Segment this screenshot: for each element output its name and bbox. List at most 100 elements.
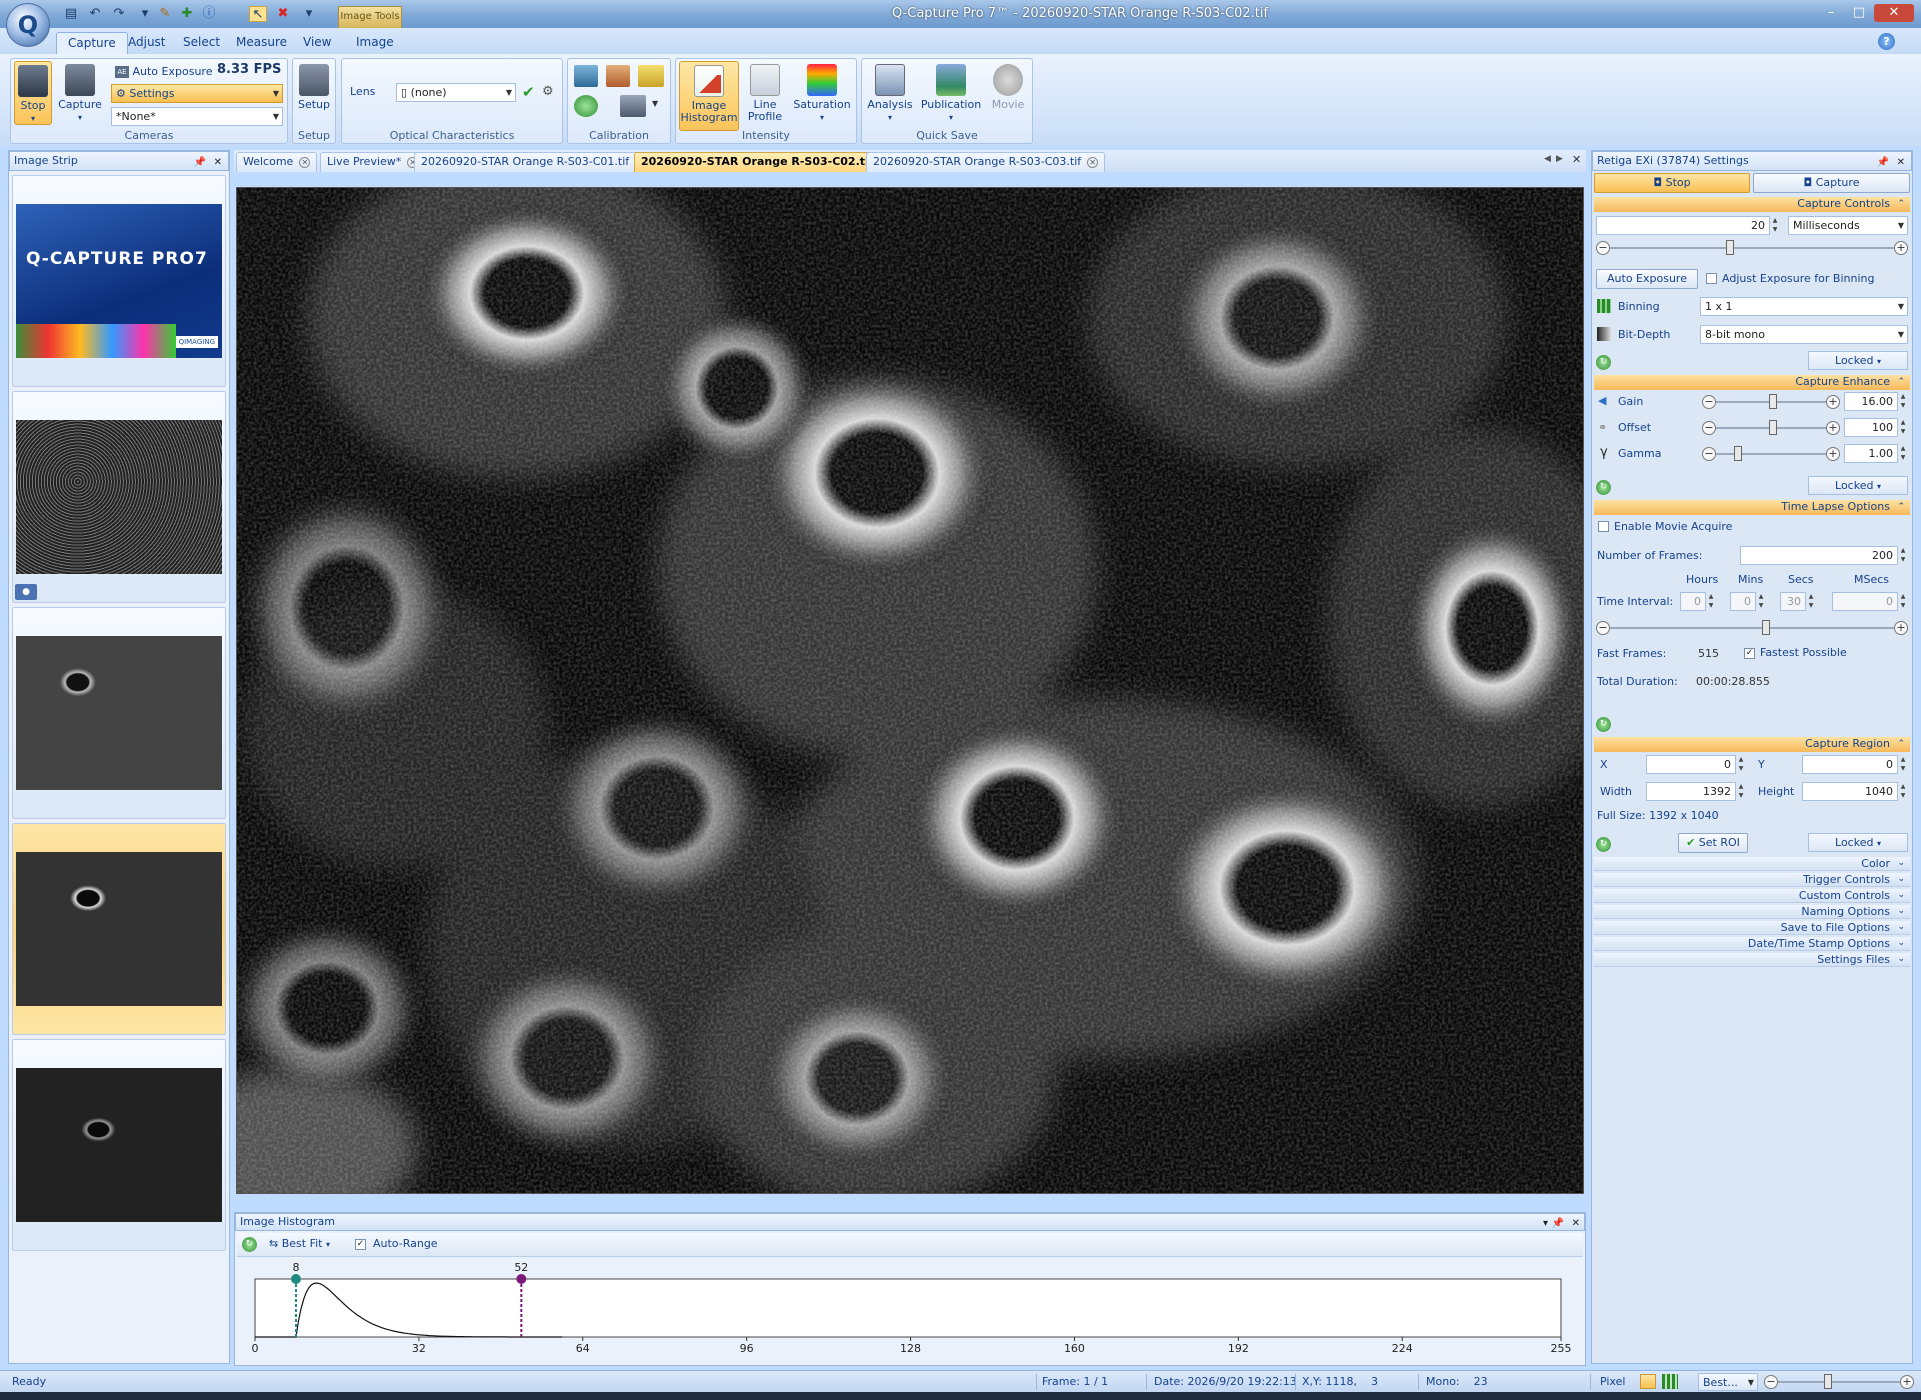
image-view-icon[interactable] bbox=[1640, 1374, 1656, 1389]
settings-close-icon[interactable]: ✕ bbox=[1897, 154, 1905, 172]
panel-capture-button[interactable]: ◘ Capture bbox=[1753, 173, 1910, 193]
app-menu-button[interactable]: Q bbox=[6, 3, 50, 47]
qat-edit-icon[interactable]: ✎ bbox=[156, 6, 174, 22]
microscopy-image-view[interactable] bbox=[236, 187, 1584, 1194]
qat-redo-dropdown-icon[interactable]: ▾ bbox=[136, 6, 154, 22]
stop-button[interactable]: Stop ▾ bbox=[14, 61, 52, 125]
publication-button[interactable]: Publication ▾ bbox=[918, 61, 984, 125]
calibrate-icon[interactable] bbox=[574, 65, 598, 87]
settings-files-section-header[interactable]: Settings Files ⌄ bbox=[1594, 953, 1910, 967]
close-document-icon[interactable]: ✕ bbox=[1572, 153, 1581, 166]
line-profile-button[interactable]: Line Profile bbox=[742, 61, 788, 131]
capture-enhance-header[interactable]: Capture Enhance ⌃ bbox=[1594, 375, 1910, 390]
offset-slider[interactable]: − + bbox=[1702, 420, 1840, 436]
time-lapse-header[interactable]: Time Lapse Options ⌃ bbox=[1594, 500, 1910, 515]
region-height-input[interactable]: 1040 bbox=[1802, 782, 1898, 801]
image-histogram-button[interactable]: Image Histogram bbox=[679, 61, 739, 131]
interval-hours-spinner[interactable]: ▲ ▼ bbox=[1706, 592, 1716, 611]
capture-enhance-reset-icon[interactable]: ↻ bbox=[1596, 480, 1611, 495]
strip-thumbnail-c03[interactable] bbox=[12, 1039, 226, 1251]
close-pane-icon[interactable]: ✕ bbox=[214, 154, 222, 172]
tab-view[interactable]: View bbox=[292, 32, 342, 54]
gain-spinner[interactable]: ▲ ▼ bbox=[1898, 392, 1908, 411]
gain-slider[interactable]: − + bbox=[1702, 394, 1840, 410]
region-width-input[interactable]: 1392 bbox=[1646, 782, 1736, 801]
grid-view-icon[interactable] bbox=[1662, 1374, 1678, 1389]
strip-thumbnail-live[interactable]: ● bbox=[12, 391, 226, 603]
time-lapse-reset-icon[interactable]: ↻ bbox=[1596, 717, 1611, 732]
region-y-spinner[interactable]: ▲ ▼ bbox=[1898, 755, 1908, 774]
doc-tab-c02[interactable]: 20260920-STAR Orange R-S03-C02.tif✕ bbox=[634, 152, 898, 172]
interval-hours-input[interactable]: 0 bbox=[1680, 592, 1706, 611]
datetime-stamp-section-header[interactable]: Date/Time Stamp Options ⌄ bbox=[1594, 937, 1910, 951]
close-button[interactable]: ✕ bbox=[1874, 4, 1914, 22]
doc-tab-c03[interactable]: 20260920-STAR Orange R-S03-C03.tif ✕ bbox=[866, 152, 1106, 172]
auto-exposure-panel-button[interactable]: Auto Exposure bbox=[1596, 269, 1698, 289]
region-y-input[interactable]: 0 bbox=[1802, 755, 1898, 774]
enable-movie-checkbox[interactable] bbox=[1598, 521, 1609, 532]
interval-mins-input[interactable]: 0 bbox=[1730, 592, 1756, 611]
auto-range-checkbox[interactable]: ✓ bbox=[355, 1239, 366, 1250]
interval-secs-input[interactable]: 30 bbox=[1780, 592, 1806, 611]
qat-pointer-icon[interactable]: ↖ bbox=[249, 6, 267, 22]
timestamp-icon[interactable] bbox=[638, 65, 664, 87]
close-tab-icon[interactable]: ✕ bbox=[299, 156, 311, 168]
movie-button[interactable]: Movie bbox=[986, 61, 1030, 125]
region-width-spinner[interactable]: ▲ ▼ bbox=[1736, 782, 1746, 801]
zoom-slider[interactable]: − + bbox=[1764, 1374, 1914, 1390]
interval-secs-spinner[interactable]: ▲ ▼ bbox=[1806, 592, 1816, 611]
histogram-close-icon[interactable]: ✕ bbox=[1572, 1216, 1580, 1232]
camera-calibration-icon[interactable] bbox=[620, 95, 646, 117]
capture-enhance-lock-dropdown[interactable]: Locked ▾ bbox=[1808, 476, 1908, 495]
gamma-spinner[interactable]: ▲ ▼ bbox=[1898, 444, 1908, 463]
histogram-chart[interactable]: 8 52 0 32 64 96 128 160 192 224 255 bbox=[239, 1259, 1581, 1359]
region-x-input[interactable]: 0 bbox=[1646, 755, 1736, 774]
bit-depth-dropdown[interactable]: 8-bit mono ▼ bbox=[1700, 325, 1908, 344]
apply-lens-icon[interactable]: ✔ bbox=[522, 82, 535, 102]
close-tab-icon[interactable]: ✕ bbox=[1087, 156, 1099, 168]
capture-controls-header[interactable]: Capture Controls ⌃ bbox=[1594, 197, 1910, 212]
capture-region-lock-dropdown[interactable]: Locked ▾ bbox=[1808, 833, 1908, 852]
saturation-button[interactable]: Saturation ▾ bbox=[790, 61, 854, 125]
gamma-slider[interactable]: − + bbox=[1702, 446, 1840, 462]
preset-dropdown[interactable]: *None* ▼ bbox=[111, 107, 283, 126]
tab-image[interactable]: Image bbox=[345, 32, 405, 54]
doc-tab-welcome[interactable]: Welcome ✕ bbox=[236, 152, 318, 172]
analysis-button[interactable]: Analysis ▾ bbox=[865, 61, 915, 125]
qat-open-icon[interactable]: ▤ bbox=[62, 6, 80, 22]
interval-msecs-spinner[interactable]: ▲ ▼ bbox=[1898, 592, 1908, 611]
refresh-icon[interactable]: ↻ bbox=[242, 1237, 257, 1252]
minimize-button[interactable]: – bbox=[1818, 4, 1844, 22]
interval-slider[interactable]: − + bbox=[1596, 620, 1908, 636]
set-roi-button[interactable]: ✔ Set ROI bbox=[1678, 833, 1748, 853]
qat-info-icon[interactable]: ⓘ bbox=[200, 6, 218, 22]
tab-adjust[interactable]: Adjust bbox=[117, 32, 177, 54]
offset-spinner[interactable]: ▲ ▼ bbox=[1898, 418, 1908, 437]
strip-thumbnail-splash[interactable]: Q-CAPTURE PRO7 QIMAGING bbox=[12, 175, 226, 387]
setup-button[interactable]: Setup bbox=[295, 61, 333, 125]
capture-controls-reset-icon[interactable]: ↻ bbox=[1596, 355, 1611, 370]
binning-dropdown[interactable]: 1 x 1 ▼ bbox=[1700, 297, 1908, 316]
calibration-dropdown-icon[interactable]: ▼ bbox=[652, 99, 658, 108]
best-fit-dropdown[interactable]: ⇆ Best Fit ▾ bbox=[269, 1237, 330, 1250]
histogram-pin-icon[interactable]: 📌 bbox=[1552, 1216, 1564, 1232]
capture-region-header[interactable]: Capture Region ⌃ bbox=[1594, 737, 1910, 752]
naming-options-section-header[interactable]: Naming Options ⌄ bbox=[1594, 905, 1910, 919]
exposure-unit-dropdown[interactable]: Milliseconds ▼ bbox=[1788, 216, 1908, 235]
qat-customize-icon[interactable]: ▾ bbox=[300, 6, 318, 22]
pin-icon[interactable]: 📌 bbox=[194, 154, 206, 172]
exposure-spinner[interactable]: ▲ ▼ bbox=[1770, 216, 1780, 235]
doc-tab-c01[interactable]: 20260920-STAR Orange R-S03-C01.tif✕ bbox=[414, 152, 654, 172]
save-to-file-section-header[interactable]: Save to File Options ⌄ bbox=[1594, 921, 1910, 935]
settings-dropdown[interactable]: ⚙ Settings ▼ bbox=[111, 84, 283, 103]
auto-exposure-button[interactable]: AE Auto Exposure bbox=[115, 62, 212, 82]
interval-msecs-input[interactable]: 0 bbox=[1832, 592, 1898, 611]
color-section-header[interactable]: Color ⌄ bbox=[1594, 857, 1910, 871]
capture-controls-lock-dropdown[interactable]: Locked ▾ bbox=[1808, 351, 1908, 370]
color-balance-icon[interactable] bbox=[606, 65, 630, 87]
tab-scroll-right-icon[interactable]: ▶ bbox=[1556, 154, 1563, 164]
frames-spinner[interactable]: ▲ ▼ bbox=[1898, 546, 1908, 565]
custom-controls-section-header[interactable]: Custom Controls ⌄ bbox=[1594, 889, 1910, 903]
strip-thumbnail-c02[interactable] bbox=[12, 823, 226, 1035]
qat-undo-icon[interactable]: ↶ bbox=[86, 6, 104, 22]
